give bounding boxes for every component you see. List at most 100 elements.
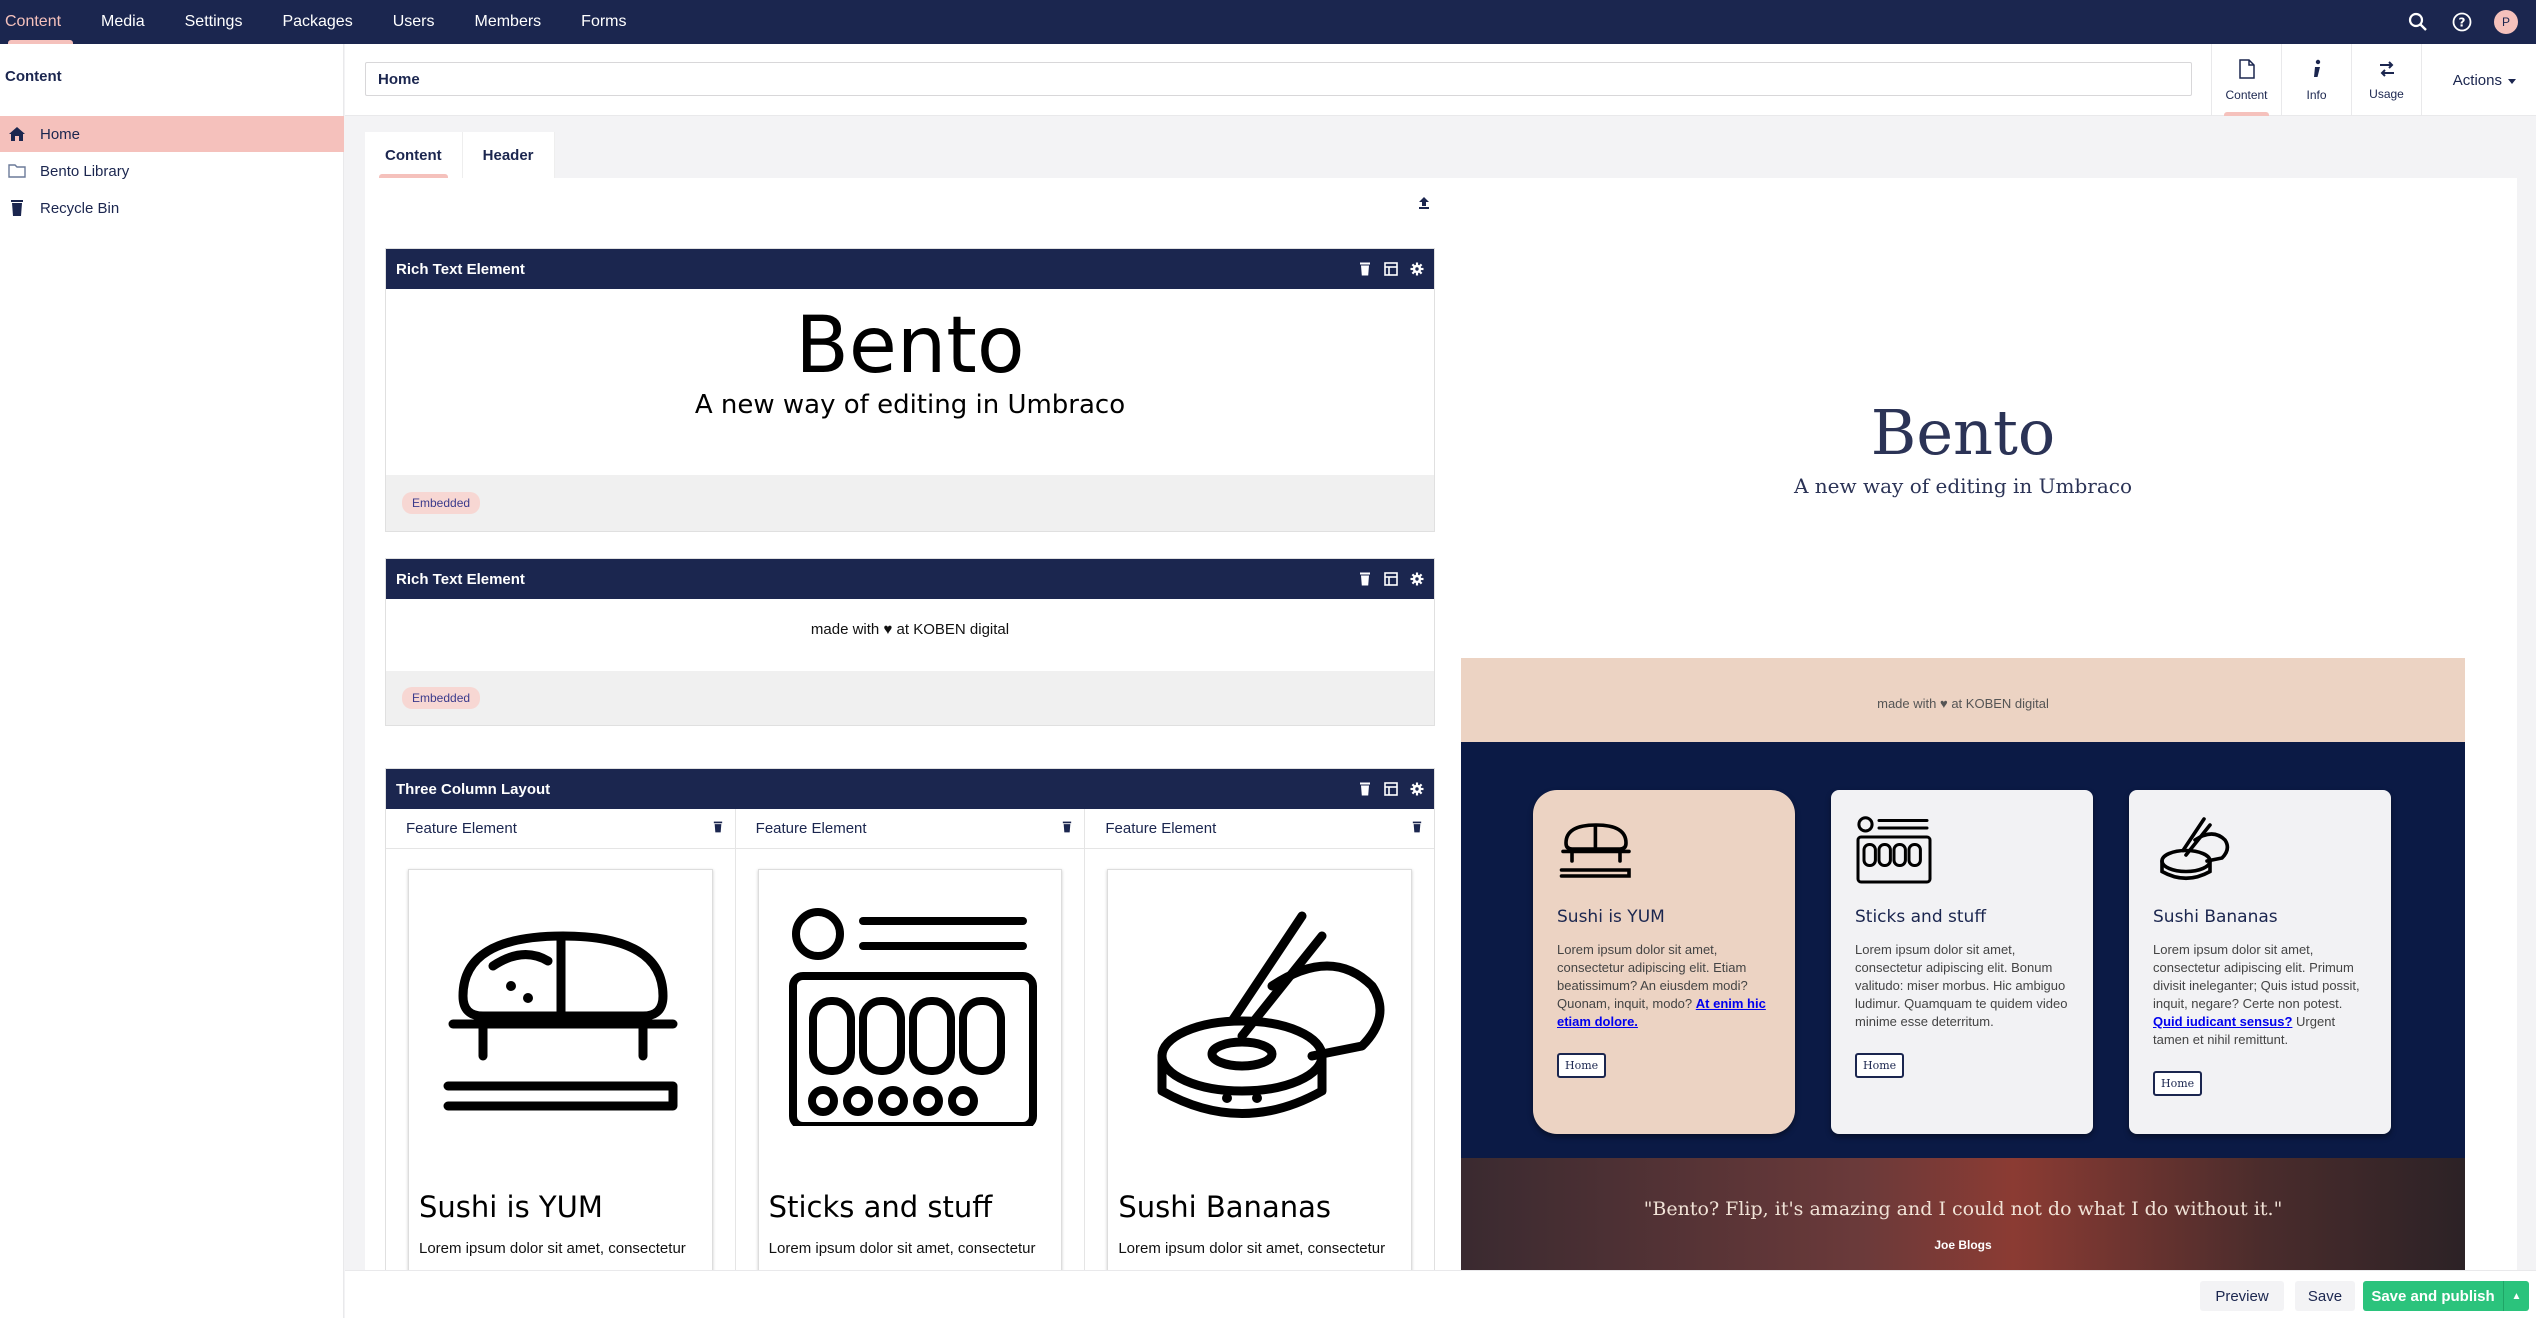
delete-icon[interactable] (1358, 782, 1372, 796)
settings-gear-icon[interactable] (1410, 782, 1424, 796)
scrollbar-thumb[interactable] (2525, 176, 2533, 1236)
tree-item-home[interactable]: Home (0, 116, 344, 152)
delete-icon[interactable] (1358, 572, 1372, 586)
live-preview: Bento A new way of editing in Umbraco ma… (1461, 178, 2465, 1270)
preview-card: Sushi is YUM Lorem ipsum dolor sit amet,… (1533, 790, 1795, 1134)
svg-text:?: ? (2459, 16, 2466, 30)
nav-packages[interactable]: Packages (262, 0, 372, 44)
nav-users[interactable]: Users (373, 0, 455, 44)
column-header: Feature Element (386, 809, 735, 849)
preview-card-text: Lorem ipsum dolor sit amet, consectetur … (1855, 942, 2068, 1029)
editor-panel: Rich Text Element Bento A new way of edi… (365, 178, 2517, 1270)
preview-card-text: Lorem ipsum dolor sit amet, consectetur … (2153, 942, 2360, 1047)
heart-icon: ♥ (883, 621, 893, 638)
rich-text-block-1[interactable]: Rich Text Element Bento A new way of edi… (385, 248, 1435, 532)
feature-card[interactable]: Sushi is YUM Lorem ipsum dolor sit amet,… (408, 869, 713, 1270)
made-with-company: at KOBEN digital (896, 621, 1010, 638)
layout-icon[interactable] (1384, 572, 1398, 586)
delete-icon[interactable] (713, 820, 723, 837)
tab-content[interactable]: Content (365, 132, 463, 178)
help-icon[interactable]: ? (2450, 10, 2474, 34)
delete-icon[interactable] (1062, 820, 1072, 837)
document-icon (2238, 58, 2255, 82)
preview-feature-section: Sushi is YUM Lorem ipsum dolor sit amet,… (1461, 742, 2465, 1158)
app-tab-usage[interactable]: Usage (2352, 44, 2422, 116)
nav-members[interactable]: Members (454, 0, 561, 44)
node-name-input[interactable] (365, 62, 2192, 96)
card-title: Sushi is YUM (419, 1190, 603, 1224)
preview-button[interactable]: Preview (2200, 1281, 2284, 1311)
delete-icon[interactable] (1412, 820, 1422, 837)
nav-content[interactable]: Content (0, 0, 81, 44)
delete-icon[interactable] (1358, 262, 1372, 276)
app-tabs: Content Info Usage (2211, 44, 2422, 116)
embedded-badge: Embedded (402, 687, 481, 709)
heart-icon: ♥ (1939, 696, 1948, 711)
content-tree: Content Home Bento Library Recycle Bin (0, 44, 344, 1318)
preview-card-title: Sticks and stuff (1855, 907, 1987, 927)
content-tabs: Content Header (365, 132, 555, 178)
swap-icon (2378, 60, 2396, 81)
tree-item-bento-library[interactable]: Bento Library (0, 153, 344, 189)
tree-item-label: Bento Library (40, 162, 130, 180)
tab-header[interactable]: Header (462, 132, 555, 178)
block-header: Three Column Layout (386, 769, 1434, 809)
column-header: Feature Element (1085, 809, 1435, 849)
card-title: Sushi Bananas (1118, 1190, 1331, 1224)
preview-made-with: made with ♥ at KOBEN digital (1461, 658, 2465, 742)
tree-item-recycle-bin[interactable]: Recycle Bin (0, 190, 344, 226)
feature-column-3: Feature Element Sushi Bananas Lorem ipsu… (1085, 809, 1435, 1270)
block-footer: Embedded (386, 475, 1434, 531)
search-icon[interactable] (2406, 10, 2430, 34)
block-footer: Embedded (386, 671, 1434, 725)
column-title: Feature Element (755, 820, 867, 837)
preview-card-text: Lorem ipsum dolor sit amet, consectetur … (1557, 942, 1766, 1029)
upload-icon[interactable] (1417, 196, 1431, 215)
settings-gear-icon[interactable] (1410, 262, 1424, 276)
page-scrollbar[interactable] (2522, 116, 2536, 1270)
caret-down-icon (2508, 72, 2516, 89)
tree-item-label: Home (40, 125, 81, 143)
preview-card-title: Sushi is YUM (1557, 907, 1665, 927)
info-icon (2311, 59, 2323, 82)
preview-card-button[interactable]: Home (1557, 1053, 1607, 1078)
preview-card-button[interactable]: Home (2153, 1071, 2203, 1096)
layout-icon[interactable] (1384, 262, 1398, 276)
top-bar: Content Media Settings Packages Users Me… (0, 0, 2536, 44)
feature-card[interactable]: Sushi Bananas Lorem ipsum dolor sit amet… (1107, 869, 1413, 1270)
three-column-block[interactable]: Three Column Layout Feature Element Sush… (385, 768, 1435, 1270)
made-with-text: made with (810, 621, 880, 638)
block-title: Rich Text Element (396, 260, 525, 278)
card-title: Sticks and stuff (768, 1190, 993, 1224)
column-title: Feature Element (406, 820, 517, 837)
settings-gear-icon[interactable] (1410, 572, 1424, 586)
preview-quote: "Bento? Flip, it's amazing and I could n… (1643, 1198, 2283, 1220)
preview-made-company: at KOBEN digital (1951, 696, 2049, 711)
user-avatar[interactable]: P (2494, 10, 2518, 34)
column-row: Feature Element Sushi is YUM Lorem ipsum… (386, 809, 1435, 1270)
sushi-roll-chopsticks-icon (2160, 817, 2230, 881)
save-button[interactable]: Save (2295, 1281, 2355, 1311)
block-header: Rich Text Element (386, 249, 1434, 289)
app-tab-label: Content (2225, 87, 2268, 102)
app-tab-info[interactable]: Info (2282, 44, 2352, 116)
preview-card-link[interactable]: Quid iudicant sensus? (2153, 1014, 2292, 1029)
app-tab-content[interactable]: Content (2212, 44, 2282, 116)
actions-button[interactable]: Actions (2453, 44, 2516, 116)
editor-footer: Preview Save Save and publish ▲ (345, 1270, 2536, 1318)
layout-icon[interactable] (1384, 782, 1398, 796)
feature-card[interactable]: Sticks and stuff Lorem ipsum dolor sit a… (757, 869, 1063, 1270)
feature-column-1: Feature Element Sushi is YUM Lorem ipsum… (386, 809, 736, 1270)
sushi-tray-icon (788, 908, 1037, 1126)
nav-forms[interactable]: Forms (561, 0, 646, 44)
main-navigation: Content Media Settings Packages Users Me… (0, 0, 647, 44)
sushi-tray-icon (1856, 816, 1932, 884)
nav-media[interactable]: Media (81, 0, 165, 44)
home-icon (8, 125, 26, 143)
rich-text-block-2[interactable]: Rich Text Element made with ♥ at KOBEN d… (385, 558, 1435, 726)
save-and-publish-button[interactable]: Save and publish (2363, 1281, 2503, 1311)
publish-options-caret-icon[interactable]: ▲ (2503, 1281, 2529, 1311)
preview-card-title: Sushi Bananas (2153, 907, 2278, 927)
preview-card-button[interactable]: Home (1855, 1053, 1905, 1078)
nav-settings[interactable]: Settings (165, 0, 263, 44)
